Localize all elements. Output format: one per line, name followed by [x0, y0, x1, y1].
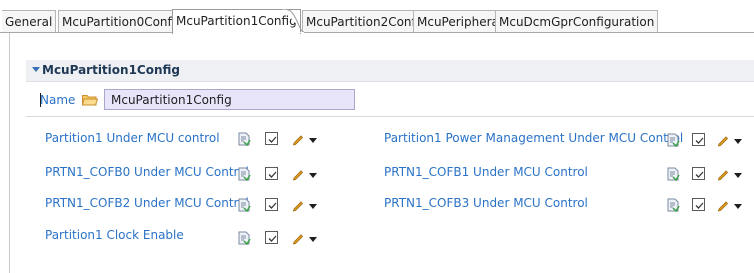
content-left-border [9, 33, 10, 273]
param-label-partition1-power-management[interactable]: Partition1 Power Management Under MCU Co… [384, 130, 683, 146]
param-label-prtn1-cofb0[interactable]: PRTN1_COFB0 Under MCU Control [45, 164, 249, 180]
param-label-partition1-clock-enable[interactable]: Partition1 Clock Enable [45, 227, 184, 243]
text-cursor [40, 93, 41, 107]
param-checkbox[interactable] [265, 198, 278, 211]
param-checkbox[interactable] [692, 198, 705, 211]
pencil-edit-icon[interactable] [716, 198, 730, 212]
param-label-prtn1-cofb3[interactable]: PRTN1_COFB3 Under MCU Control [384, 195, 588, 211]
tab-mcu-partition0-config[interactable]: McuPartition0Config [58, 10, 187, 34]
chevron-down-icon[interactable] [309, 237, 317, 242]
param-checkbox[interactable] [265, 132, 278, 145]
param-checkbox[interactable] [265, 167, 278, 180]
chevron-down-icon[interactable] [309, 173, 317, 178]
pencil-edit-icon[interactable] [716, 167, 730, 181]
tab-mcu-peripheral[interactable]: McuPeripheral [413, 10, 507, 34]
description-doc-icon[interactable] [237, 132, 251, 146]
param-checkbox[interactable] [692, 133, 705, 146]
description-doc-icon[interactable] [237, 231, 251, 245]
description-doc-icon[interactable] [666, 198, 680, 212]
pencil-edit-icon[interactable] [291, 167, 305, 181]
param-checkbox[interactable] [692, 167, 705, 180]
name-label: Name [40, 93, 76, 107]
tab-mcu-partition2-config[interactable]: McuPartition2Config [302, 10, 431, 34]
tab-mcu-dcm-gpr-configuration[interactable]: McuDcmGprConfiguration [495, 10, 659, 34]
pencil-edit-icon[interactable] [291, 231, 305, 245]
description-doc-icon[interactable] [666, 167, 680, 181]
chevron-down-icon[interactable] [309, 138, 317, 143]
tab-bar: General McuPartition0Config McuPartition… [0, 0, 754, 34]
folder-icon[interactable] [82, 94, 98, 106]
param-label-prtn1-cofb2[interactable]: PRTN1_COFB2 Under MCU Control [45, 195, 249, 211]
param-checkbox[interactable] [265, 231, 278, 244]
description-doc-icon[interactable] [237, 167, 251, 181]
chevron-down-icon[interactable] [734, 204, 742, 209]
section-title: McuPartition1Config [42, 63, 180, 77]
pencil-edit-icon[interactable] [291, 198, 305, 212]
param-label-prtn1-cofb1[interactable]: PRTN1_COFB1 Under MCU Control [384, 164, 588, 180]
pencil-edit-icon[interactable] [291, 132, 305, 146]
active-tab-curve [282, 9, 304, 33]
param-label-partition1-under-mcu-control[interactable]: Partition1 Under MCU control [45, 130, 220, 146]
description-doc-icon[interactable] [237, 198, 251, 212]
pencil-edit-icon[interactable] [716, 133, 730, 147]
chevron-down-icon[interactable] [309, 204, 317, 209]
tab-general[interactable]: General [2, 10, 57, 34]
chevron-down-icon[interactable] [32, 67, 40, 72]
section-divider [26, 116, 754, 117]
description-doc-icon[interactable] [666, 133, 680, 147]
chevron-down-icon[interactable] [734, 139, 742, 144]
chevron-down-icon[interactable] [734, 173, 742, 178]
name-input[interactable] [104, 89, 355, 110]
